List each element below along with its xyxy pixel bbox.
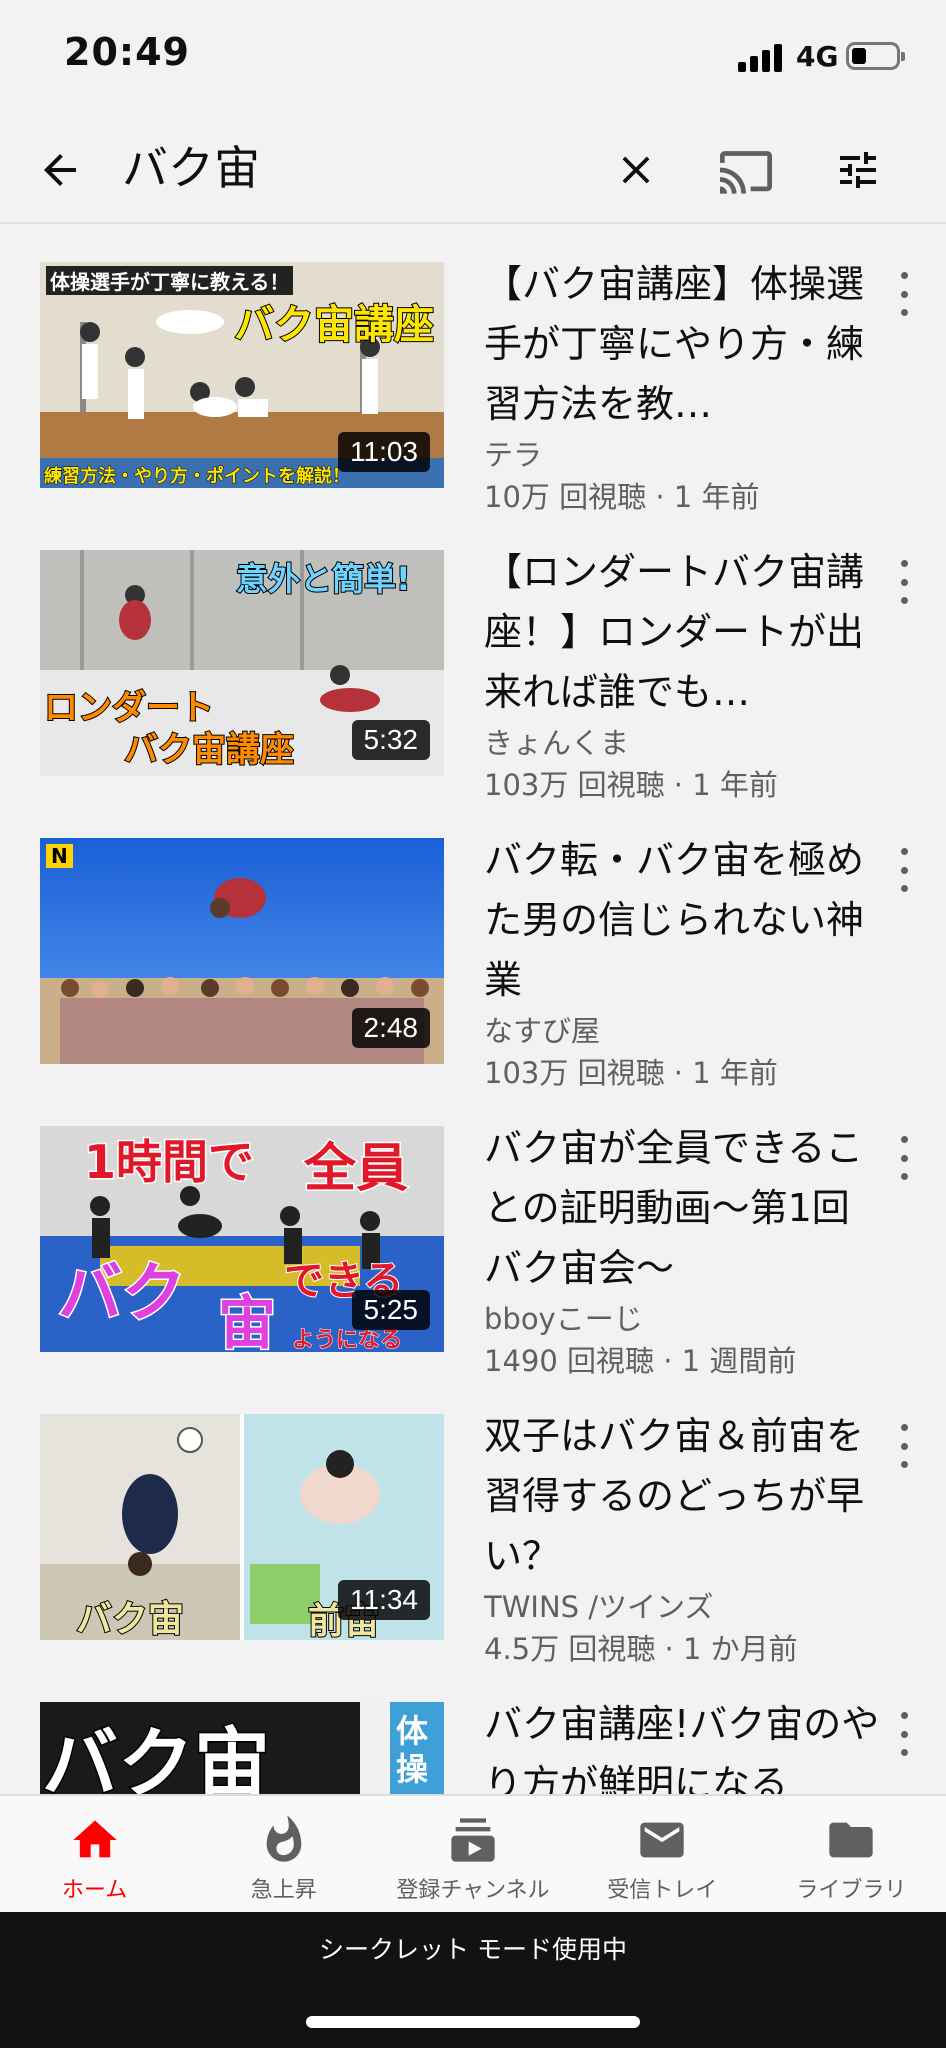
video-result[interactable]: 1時間で 全員 バク 宙 できる ようになる 5:25 バク宙が全員できることの…	[0, 1088, 946, 1378]
search-results-list: 体操選手が丁寧に教える！ バク宙講座 練習方法・やり方・ポイントを解説！ 11:…	[0, 224, 946, 1794]
video-title[interactable]: バク転・バク宙を極めた男の信じられない神業	[484, 830, 884, 1010]
thumbnail-caption: 操	[396, 1750, 429, 1788]
video-duration: 2:48	[351, 1008, 430, 1048]
more-options-icon[interactable]	[892, 1704, 916, 1764]
thumbnail-caption: バク宙講座	[233, 301, 435, 349]
thumbnail-caption: 練習方法・やり方・ポイントを解説！	[44, 466, 351, 488]
video-thumbnail[interactable]: N 2:48	[40, 838, 444, 1064]
library-icon	[829, 1822, 874, 1858]
search-header: バク宙	[0, 116, 946, 224]
thumbnail-caption: 宙	[216, 1288, 277, 1353]
video-duration: 11:03	[338, 432, 430, 472]
nav-label: ライブラリ	[796, 1878, 907, 1903]
video-meta: 双子はバク宙＆前宙を習得するのどっちが早い？ TWINS /ツインズ 4.5万 …	[484, 1406, 884, 1670]
channel-name[interactable]: きょんくま	[484, 722, 884, 764]
network-type: 4G	[796, 40, 839, 73]
battery-icon	[846, 42, 905, 70]
bottom-navigation: ホーム 急上昇 登録チャンネル 受信トレイ ライブラリ	[0, 1794, 946, 1912]
thumbnail-caption: バク宙	[41, 1718, 272, 1795]
video-result[interactable]: 体操選手が丁寧に教える！ バク宙講座 練習方法・やり方・ポイントを解説！ 11:…	[0, 224, 946, 514]
nav-label: 受信トレイ	[607, 1878, 718, 1903]
video-result[interactable]: 意外と簡単! ロンダート バク宙講座 5:32 【ロンダートバク宙講座！】ロンダ…	[0, 512, 946, 802]
channel-name[interactable]: なすび屋	[484, 1010, 884, 1052]
more-options-icon[interactable]	[892, 1128, 916, 1188]
incognito-text: シークレット モード使用中	[319, 1935, 627, 1964]
status-bar: 20:49 4G	[0, 0, 946, 116]
thumbnail-caption: バク宙	[75, 1598, 185, 1640]
nav-item-library[interactable]: ライブラリ	[757, 1796, 946, 1912]
subscriptions-icon	[451, 1818, 495, 1862]
thumbnail-caption: N	[46, 844, 73, 868]
thumbnail-caption: 体操選手が丁寧に教える！	[46, 266, 294, 295]
thumbnail-caption: 全員	[302, 1138, 409, 1201]
channel-name[interactable]: TWINS /ツインズ	[484, 1586, 884, 1628]
video-thumbnail[interactable]: 意外と簡単! ロンダート バク宙講座 5:32	[40, 550, 444, 776]
thumbnail-caption: 意外と簡単!	[235, 559, 412, 599]
nav-item-inbox[interactable]: 受信トレイ	[568, 1796, 757, 1912]
filter-icon[interactable]	[826, 138, 890, 202]
video-result[interactable]: バク宙 体 操 バク宙講座!バク宙のやり方が鮮明になる	[0, 1664, 946, 1794]
more-options-icon[interactable]	[892, 840, 916, 900]
nav-item-subscriptions[interactable]: 登録チャンネル	[378, 1796, 567, 1912]
home-icon	[72, 1820, 117, 1858]
nav-item-home[interactable]: ホーム	[0, 1796, 189, 1912]
trending-icon	[266, 1815, 302, 1862]
more-options-icon[interactable]	[892, 264, 916, 324]
incognito-banner: シークレット モード使用中	[0, 1912, 946, 2048]
thumbnail-caption: バク	[57, 1256, 188, 1333]
nav-label: 急上昇	[250, 1878, 317, 1903]
more-options-icon[interactable]	[892, 552, 916, 612]
nav-label: ホーム	[61, 1878, 128, 1903]
nav-label: 登録チャンネル	[396, 1878, 550, 1903]
inbox-icon	[640, 1822, 684, 1858]
video-title[interactable]: 【ロンダートバク宙講座！】ロンダートが出来れば誰でも…	[484, 542, 884, 722]
status-time: 20:49	[64, 30, 190, 74]
channel-name[interactable]: bboyこーじ	[484, 1298, 884, 1340]
more-options-icon[interactable]	[892, 1416, 916, 1476]
video-title[interactable]: バク宙講座!バク宙のやり方が鮮明になる	[484, 1694, 884, 1794]
thumbnail-caption: バク宙講座	[123, 729, 295, 771]
video-meta: バク宙講座!バク宙のやり方が鮮明になる	[484, 1694, 884, 1794]
video-duration: 5:32	[351, 720, 430, 760]
video-result[interactable]: N 2:48 バク転・バク宙を極めた男の信じられない神業 なすび屋 103万 回…	[0, 800, 946, 1090]
video-title[interactable]: 双子はバク宙＆前宙を習得するのどっちが早い？	[484, 1406, 884, 1586]
video-duration: 5:25	[351, 1290, 430, 1330]
cast-icon[interactable]	[714, 138, 778, 202]
thumbnail-caption: 1時間で	[82, 1134, 255, 1191]
video-title[interactable]: 【バク宙講座】体操選手が丁寧にやり方・練習方法を教…	[484, 254, 884, 434]
channel-name[interactable]: テラ	[484, 434, 884, 476]
home-indicator[interactable]	[306, 2016, 640, 2028]
video-duration: 11:34	[338, 1580, 430, 1620]
video-thumbnail[interactable]: 1時間で 全員 バク 宙 できる ようになる 5:25	[40, 1126, 444, 1352]
signal-strength-icon	[738, 44, 786, 72]
back-arrow-icon[interactable]	[28, 138, 92, 202]
video-thumbnail[interactable]: バク宙 前宙 11:34	[40, 1414, 444, 1640]
video-meta: バク宙が全員できることの証明動画〜第1回バク宙会〜 bboyこーじ 1490 回…	[484, 1118, 884, 1382]
video-meta: 【ロンダートバク宙講座！】ロンダートが出来れば誰でも… きょんくま 103万 回…	[484, 542, 884, 806]
video-thumbnail[interactable]: 体操選手が丁寧に教える！ バク宙講座 練習方法・やり方・ポイントを解説！ 11:…	[40, 262, 444, 488]
video-title[interactable]: バク宙が全員できることの証明動画〜第1回バク宙会〜	[484, 1118, 884, 1298]
video-result[interactable]: バク宙 前宙 11:34 双子はバク宙＆前宙を習得するのどっちが早い？ TWIN…	[0, 1376, 946, 1666]
video-meta: バク転・バク宙を極めた男の信じられない神業 なすび屋 103万 回視聴 · 1 …	[484, 830, 884, 1094]
clear-search-icon[interactable]	[604, 138, 668, 202]
search-query-text[interactable]: バク宙	[122, 136, 260, 200]
video-thumbnail[interactable]: バク宙 体 操	[40, 1702, 444, 1794]
nav-item-trending[interactable]: 急上昇	[189, 1796, 378, 1912]
video-meta: 【バク宙講座】体操選手が丁寧にやり方・練習方法を教… テラ 10万 回視聴 · …	[484, 254, 884, 518]
